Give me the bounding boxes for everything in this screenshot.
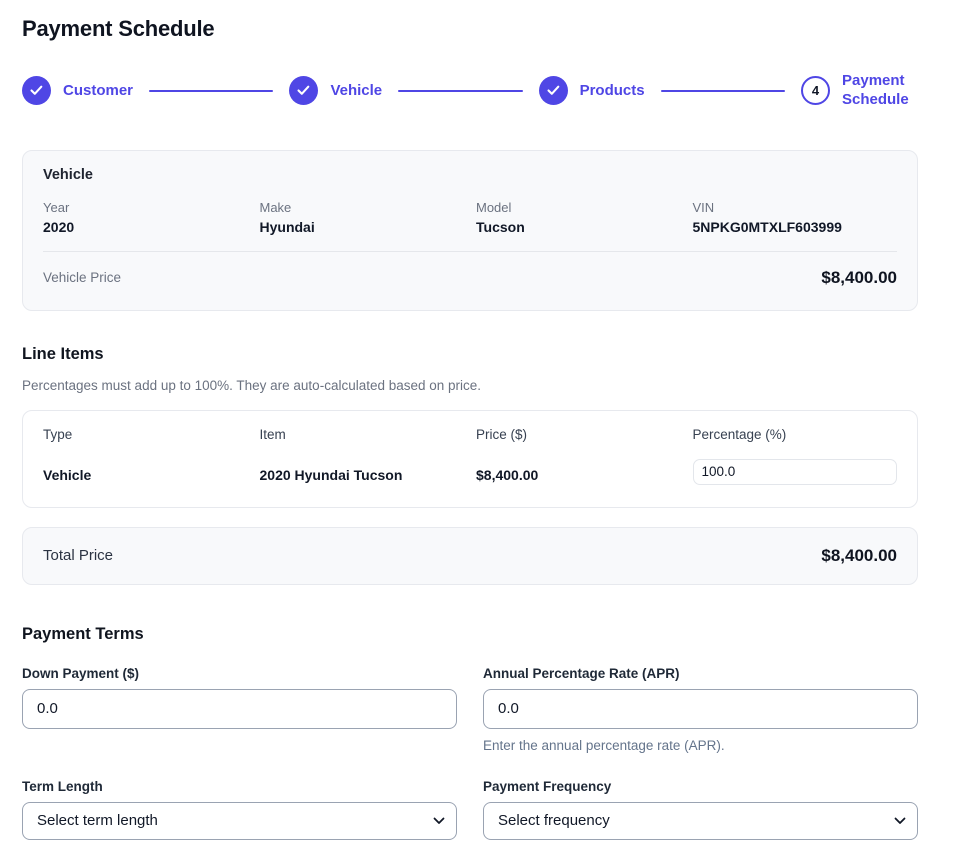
page-title: Payment Schedule (22, 16, 918, 42)
down-payment-field[interactable] (22, 689, 457, 729)
term-length-label: Term Length (22, 779, 457, 794)
line-items-heading: Line Items (22, 345, 918, 364)
payment-frequency-select-wrap: Select frequency (483, 802, 918, 840)
check-icon (30, 85, 43, 96)
field-label: VIN (693, 200, 898, 215)
apr-group: Annual Percentage Rate (APR) Enter the a… (483, 666, 918, 753)
check-circle-icon (22, 76, 51, 105)
row-type: Vehicle (43, 459, 248, 483)
apr-field[interactable] (483, 689, 918, 729)
vehicle-card-title: Vehicle (43, 167, 897, 183)
step-number: 4 (812, 83, 819, 98)
payment-terms-form: Down Payment ($) Annual Percentage Rate … (22, 666, 918, 840)
step-number-circle: 4 (801, 76, 830, 105)
vehicle-field-make: Make Hyundai (260, 200, 465, 235)
field-value: 5NPKG0MTXLF603999 (693, 219, 898, 235)
stepper-connector (149, 90, 273, 92)
term-length-group: Term Length Select term length (22, 779, 457, 840)
down-payment-group: Down Payment ($) (22, 666, 457, 753)
field-value: Hyundai (260, 219, 465, 235)
vehicle-fields: Year 2020 Make Hyundai Model Tucson VIN … (43, 200, 897, 235)
vehicle-field-vin: VIN 5NPKG0MTXLF603999 (693, 200, 898, 235)
stepper-label-vehicle: Vehicle (330, 82, 382, 99)
total-price-value: $8,400.00 (821, 546, 897, 566)
check-circle-icon (289, 76, 318, 105)
vehicle-price-label: Vehicle Price (43, 270, 121, 285)
total-price-label: Total Price (43, 547, 113, 564)
table-row: Vehicle 2020 Hyundai Tucson $8,400.00 (43, 459, 897, 485)
page-container: Payment Schedule Customer Vehicle Produc… (22, 0, 918, 840)
percentage-input[interactable] (693, 459, 898, 485)
check-icon (547, 85, 560, 96)
vehicle-field-year: Year 2020 (43, 200, 248, 235)
column-header-percentage: Percentage (%) (693, 427, 898, 442)
line-items-header-row: Type Item Price ($) Percentage (%) (43, 427, 897, 442)
field-label: Make (260, 200, 465, 215)
column-header-type: Type (43, 427, 248, 442)
check-icon (297, 85, 310, 96)
field-label: Model (476, 200, 681, 215)
stepper-step-products[interactable]: Products (539, 76, 645, 105)
apr-label: Annual Percentage Rate (APR) (483, 666, 918, 681)
apr-helper-text: Enter the annual percentage rate (APR). (483, 738, 918, 753)
vehicle-price-row: Vehicle Price $8,400.00 (43, 252, 897, 294)
line-items-card: Type Item Price ($) Percentage (%) Vehic… (22, 410, 918, 508)
column-header-price: Price ($) (476, 427, 681, 442)
vehicle-price-value: $8,400.00 (821, 268, 897, 288)
column-header-item: Item (260, 427, 465, 442)
stepper-connector (398, 90, 522, 92)
row-price: $8,400.00 (476, 459, 681, 483)
stepper-step-customer[interactable]: Customer (22, 76, 133, 105)
row-item: 2020 Hyundai Tucson (260, 459, 465, 483)
payment-frequency-group: Payment Frequency Select frequency (483, 779, 918, 840)
stepper-label-payment-schedule: Payment Schedule (842, 72, 918, 110)
term-length-select[interactable]: Select term length (22, 802, 457, 840)
stepper-step-vehicle[interactable]: Vehicle (289, 76, 382, 105)
stepper: Customer Vehicle Products 4 Payment Sche… (22, 72, 918, 110)
stepper-step-payment-schedule[interactable]: 4 Payment Schedule (801, 72, 918, 110)
down-payment-label: Down Payment ($) (22, 666, 457, 681)
line-items-note: Percentages must add up to 100%. They ar… (22, 378, 918, 393)
row-percentage-cell (693, 459, 898, 485)
field-label: Year (43, 200, 248, 215)
payment-terms-heading: Payment Terms (22, 625, 918, 644)
field-value: Tucson (476, 219, 681, 235)
stepper-label-customer: Customer (63, 82, 133, 99)
stepper-label-products: Products (580, 82, 645, 99)
payment-frequency-label: Payment Frequency (483, 779, 918, 794)
vehicle-field-model: Model Tucson (476, 200, 681, 235)
field-value: 2020 (43, 219, 248, 235)
stepper-connector (661, 90, 785, 92)
payment-frequency-select[interactable]: Select frequency (483, 802, 918, 840)
total-price-card: Total Price $8,400.00 (22, 527, 918, 585)
term-length-select-wrap: Select term length (22, 802, 457, 840)
check-circle-icon (539, 76, 568, 105)
vehicle-card: Vehicle Year 2020 Make Hyundai Model Tuc… (22, 150, 918, 311)
